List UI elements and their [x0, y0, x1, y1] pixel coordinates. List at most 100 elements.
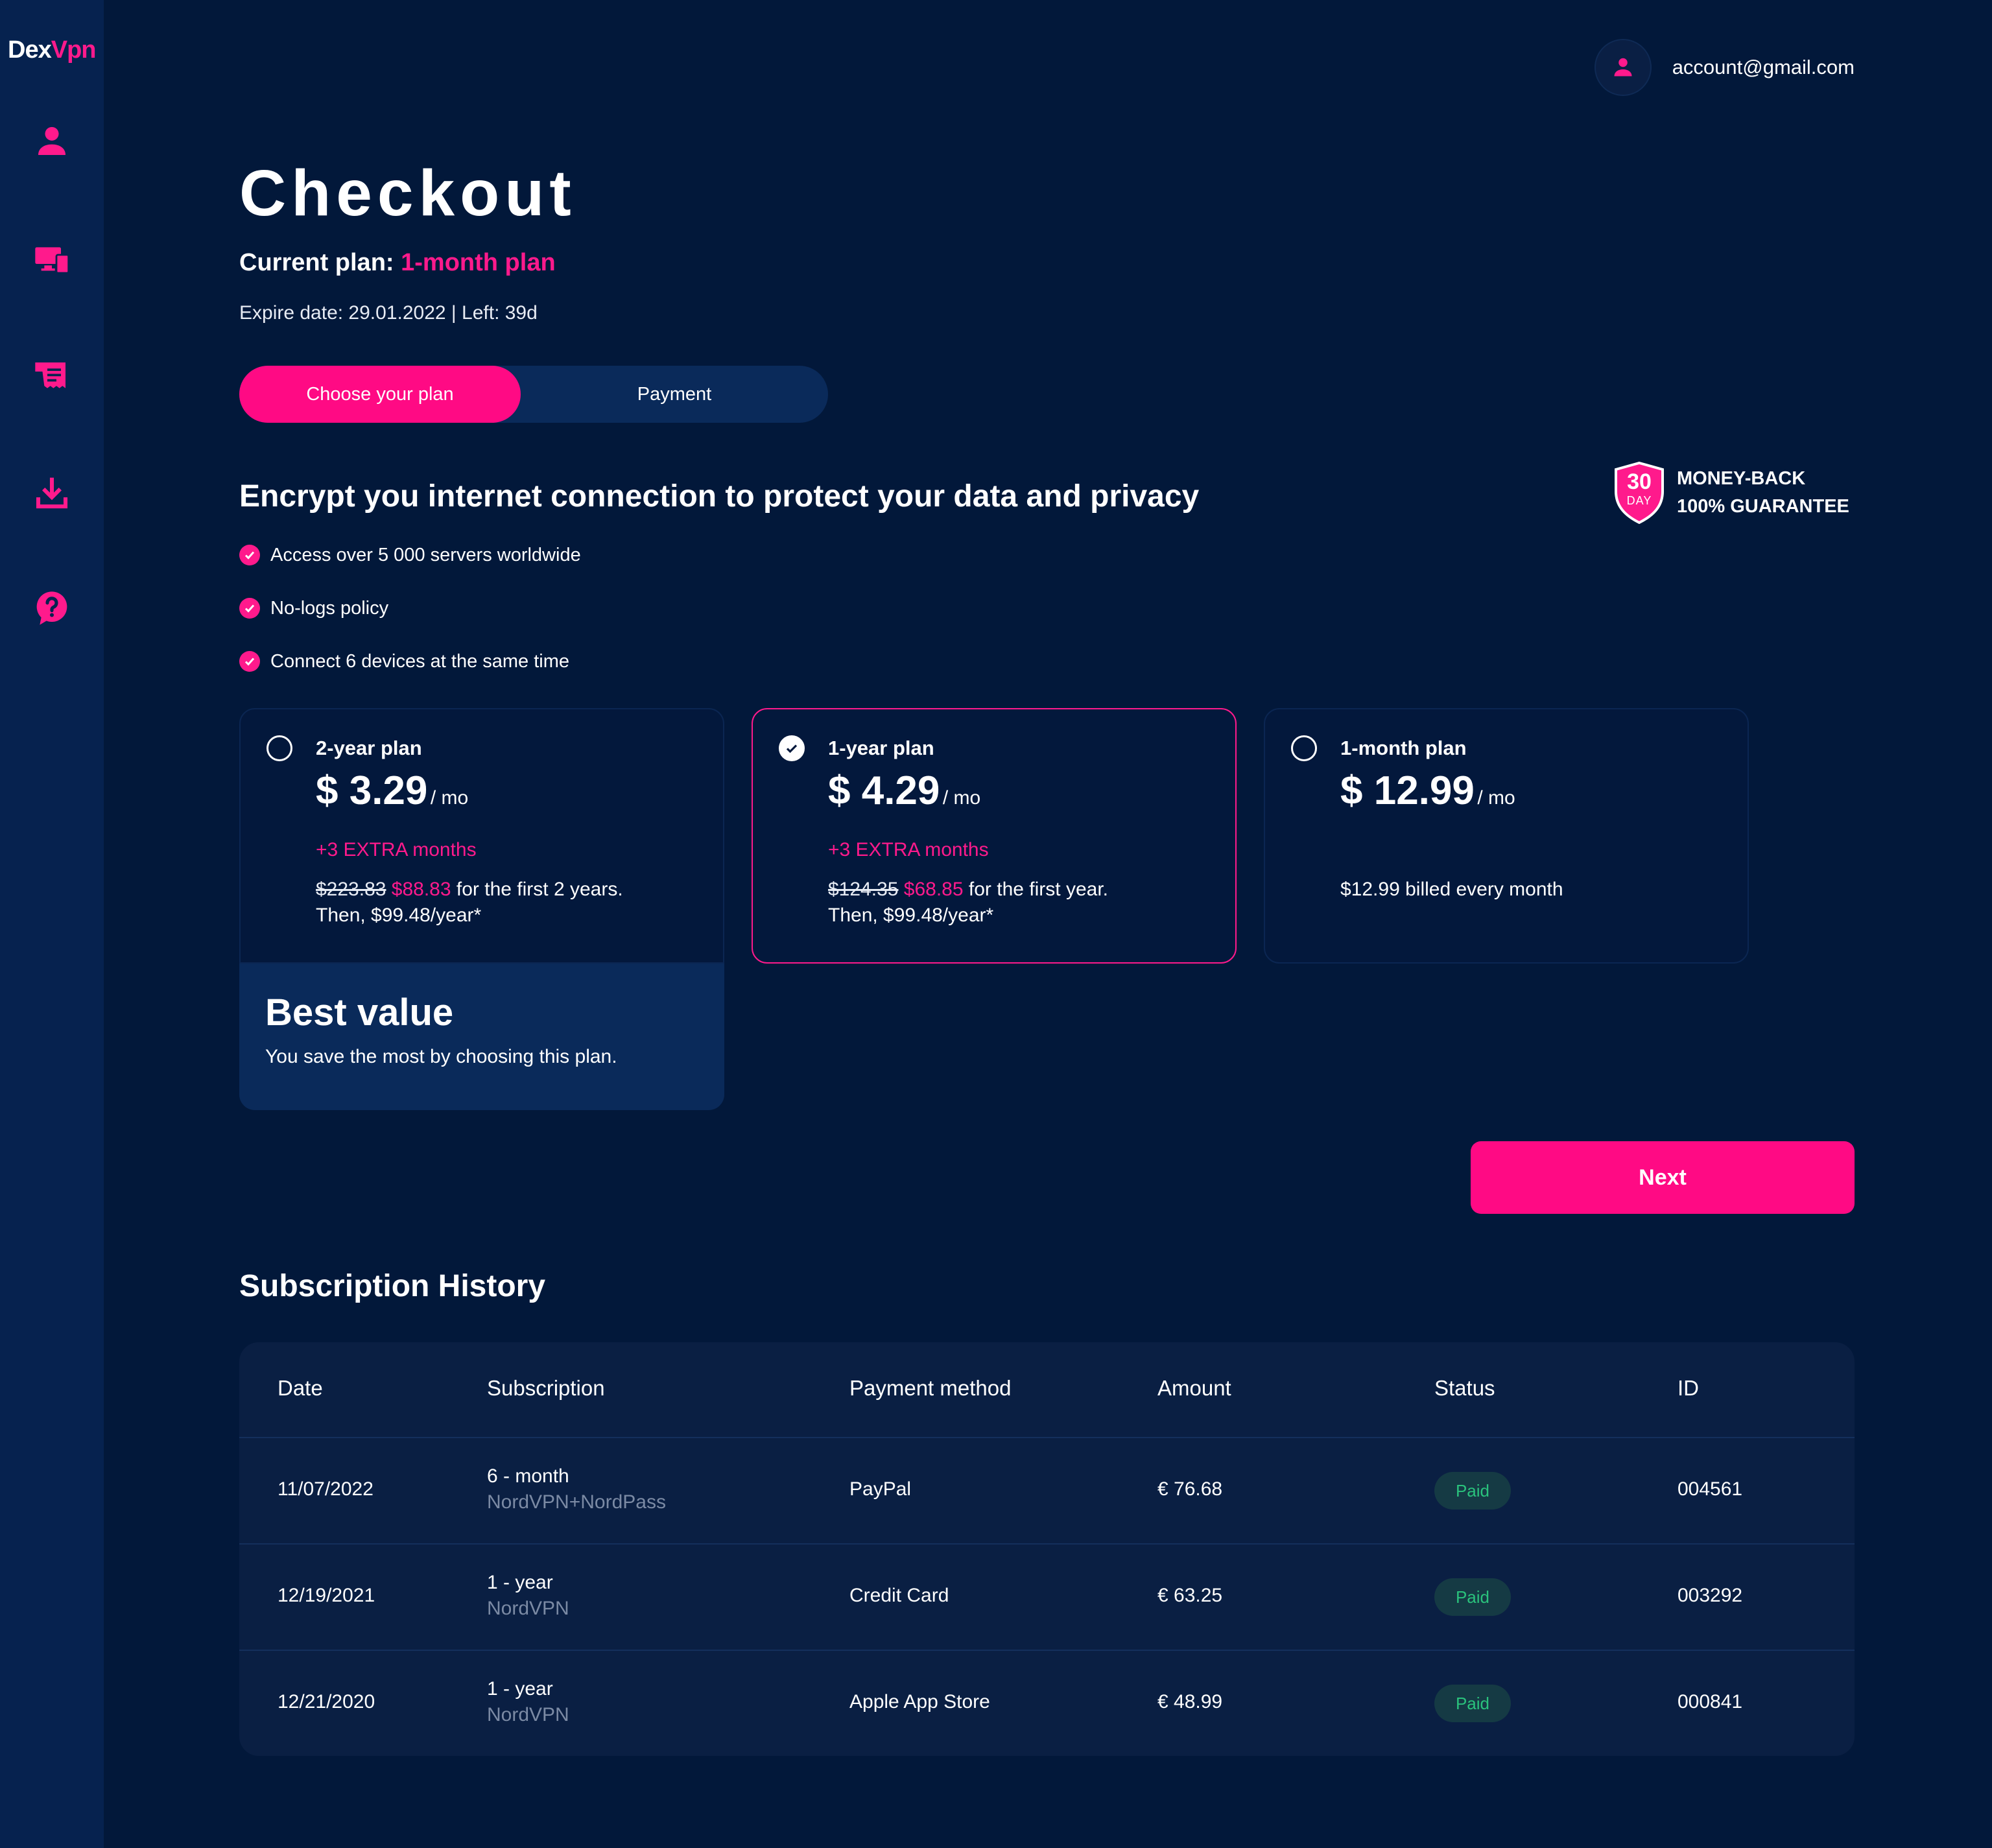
page-title: Checkout [239, 157, 576, 230]
plan-name: 2-year plan [316, 737, 422, 759]
best-value-box: Best value You save the most by choosing… [239, 964, 724, 1110]
cell-payment-method: Credit Card [849, 1585, 949, 1606]
next-button[interactable]: Next [1471, 1141, 1855, 1214]
plan-radio[interactable] [267, 735, 292, 761]
plan-price-period: / mo [942, 787, 981, 809]
plan-new-price: $68.85 [903, 879, 964, 900]
plan-name: 1-year plan [828, 737, 934, 759]
cell-subscription: 1 - year [487, 1572, 553, 1593]
sidebar-item-devices[interactable] [32, 240, 71, 279]
plan-old-price: $223.83 [316, 879, 386, 900]
devices-icon [35, 247, 70, 274]
plan-desc-text: for the first 2 years. [456, 879, 623, 900]
cell-payment-method: PayPal [849, 1478, 912, 1500]
cell-amount: € 63.25 [1157, 1585, 1223, 1606]
avatar[interactable] [1594, 39, 1652, 96]
cell-subscription-detail: NordVPN+NordPass [487, 1491, 666, 1513]
guarantee-line2: 100% GUARANTEE [1677, 496, 1849, 517]
plan-price: $ 3.29 / mo [316, 768, 468, 814]
account-email: account@gmail.com [1672, 56, 1855, 78]
download-icon [36, 477, 68, 509]
feature-text: Access over 5 000 servers worldwide [270, 544, 581, 565]
cell-date: 11/07/2022 [278, 1478, 374, 1500]
cell-id: 000841 [1678, 1691, 1743, 1712]
brand-name-part1: Dex [8, 36, 52, 64]
plan-billing: $12.99 billed every month [1340, 879, 1563, 900]
plan-new-price: $88.83 [391, 879, 451, 900]
cell-subscription: 6 - month [487, 1465, 569, 1487]
plan-price-amount: $ 12.99 [1340, 768, 1475, 813]
plan-extra: +3 EXTRA months [316, 839, 477, 860]
check-circle-icon [239, 598, 260, 619]
cell-subscription: 1 - year [487, 1678, 553, 1700]
column-header: Payment method [849, 1376, 1012, 1400]
plan-radio-checked[interactable] [779, 735, 805, 761]
plan-extra: +3 EXTRA months [828, 839, 989, 860]
check-circle-icon [239, 651, 260, 672]
sidebar-item-download[interactable] [32, 473, 71, 512]
feature-text: No-logs policy [270, 597, 389, 619]
guarantee-day-label: DAY [1626, 494, 1652, 507]
expire-date: Expire date: 29.01.2022 | Left: 39d [239, 302, 538, 324]
status-badge: Paid [1434, 1578, 1511, 1616]
tab-payment[interactable]: Payment [521, 366, 828, 423]
plan-price: $ 4.29 / mo [828, 768, 980, 814]
table-row[interactable]: 12/21/2020 1 - year NordVPN Apple App St… [239, 1650, 1855, 1756]
plan-price-amount: $ 4.29 [828, 768, 940, 813]
cell-amount: € 48.99 [1157, 1691, 1223, 1712]
guarantee-line1: MONEY-BACK [1677, 468, 1806, 489]
guarantee-days: 30 [1627, 469, 1652, 494]
column-header: ID [1678, 1376, 1699, 1400]
plan-price-amount: $ 3.29 [316, 768, 428, 813]
brand-logo[interactable]: DexVpn [8, 36, 96, 64]
plan-name: 1-month plan [1340, 737, 1467, 759]
cell-id: 004561 [1678, 1478, 1743, 1500]
column-header: Status [1434, 1376, 1495, 1400]
plan-price-period: / mo [430, 787, 469, 809]
table-row[interactable]: 12/19/2021 1 - year NordVPN Credit Card … [239, 1543, 1855, 1650]
plan-card-1-year[interactable]: 1-year plan $ 4.29 / mo +3 EXTRA months … [752, 708, 1237, 964]
money-back-guarantee: 30 DAY MONEY-BACK 100% GUARANTEE [1613, 462, 1849, 524]
sidebar: DexVpn [0, 0, 104, 1848]
brand-name-part2: Vpn [51, 36, 97, 64]
feature-list: Access over 5 000 servers worldwide No-l… [239, 543, 581, 703]
plan-card-2-year[interactable]: 2-year plan $ 3.29 / mo +3 EXTRA months … [239, 708, 724, 964]
plan-desc-text: for the first year. [968, 879, 1108, 900]
sidebar-item-help[interactable] [32, 589, 71, 628]
help-icon [36, 591, 67, 625]
plan-then: Then, $99.48/year* [828, 905, 994, 926]
table-header: Date Subscription Payment method Amount … [239, 1342, 1855, 1437]
cell-date: 12/21/2020 [278, 1691, 375, 1712]
plan-2-year: 2-year plan $ 3.29 / mo +3 EXTRA months … [239, 708, 724, 1110]
section-headline: Encrypt you internet connection to prote… [239, 479, 1200, 514]
current-plan-label: Current plan: [239, 249, 394, 276]
plan-1-month: 1-month plan $ 12.99 / mo $12.99 billed … [1264, 708, 1749, 964]
account-menu[interactable]: account@gmail.com [1594, 39, 1855, 96]
check-icon [786, 744, 798, 753]
receipt-icon [35, 362, 65, 388]
user-icon [1614, 58, 1632, 77]
plan-description: $124.35 $68.85 for the first year. Then,… [828, 877, 1108, 929]
cell-subscription-detail: NordVPN [487, 1704, 569, 1725]
plan-card-1-month[interactable]: 1-month plan $ 12.99 / mo $12.99 billed … [1264, 708, 1749, 964]
cell-payment-method: Apple App Store [849, 1691, 990, 1712]
feature-item: Access over 5 000 servers worldwide [239, 543, 581, 567]
feature-item: Connect 6 devices at the same time [239, 650, 581, 673]
cell-amount: € 76.68 [1157, 1478, 1223, 1500]
current-plan-value: 1-month plan [401, 249, 556, 276]
best-value-subtitle: You save the most by choosing this plan. [265, 1046, 617, 1067]
plan-radio[interactable] [1291, 735, 1317, 761]
plan-price: $ 12.99 / mo [1340, 768, 1515, 814]
plan-price-period: / mo [1477, 787, 1515, 809]
feature-item: No-logs policy [239, 597, 581, 620]
subscription-history-table: Date Subscription Payment method Amount … [239, 1342, 1855, 1756]
table-row[interactable]: 11/07/2022 6 - month NordVPN+NordPass Pa… [239, 1437, 1855, 1543]
checkout-steps: Choose your plan Payment [239, 366, 828, 423]
cell-id: 003292 [1678, 1585, 1743, 1606]
best-value-title: Best value [265, 991, 454, 1034]
sidebar-item-billing[interactable] [32, 357, 71, 396]
current-plan: Current plan: 1-month plan [239, 249, 556, 277]
tab-choose-plan[interactable]: Choose your plan [239, 366, 521, 423]
sidebar-item-profile[interactable] [32, 122, 71, 161]
column-header: Date [278, 1376, 323, 1400]
